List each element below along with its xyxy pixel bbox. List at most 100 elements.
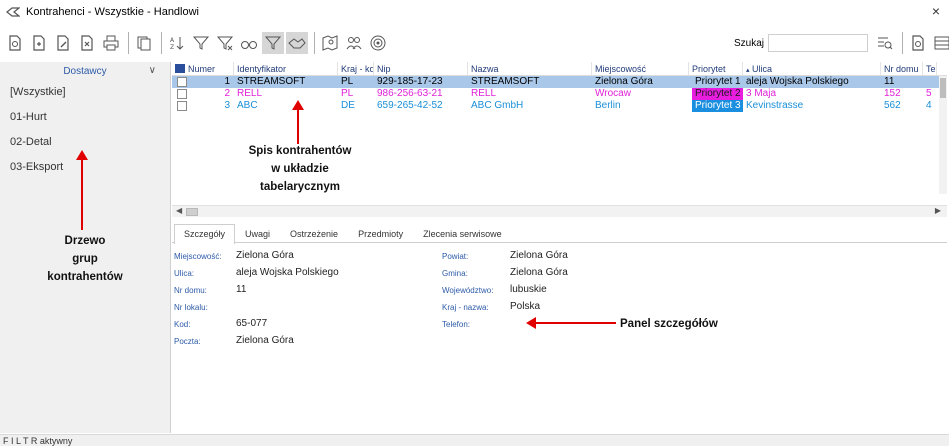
priority-badge: Priorytet 1 <box>695 76 741 87</box>
filter-clear-icon[interactable] <box>214 32 236 54</box>
advanced-search-icon[interactable] <box>874 32 896 54</box>
table-row[interactable]: 3 ABC DE 659-265-42-52 ABC GmbH Berlin Prioryt… <box>172 100 947 112</box>
label-gmina: Gmina: <box>442 269 468 278</box>
tree-item-all[interactable]: [Wszystkie] <box>0 80 170 105</box>
column-label: Ulica <box>752 64 773 74</box>
find-icon[interactable] <box>238 32 260 54</box>
column-header-identyfikator[interactable]: Identyfikator <box>234 62 338 75</box>
value-powiat: Zielona Góra <box>510 250 568 261</box>
priority-badge: Priorytet 2 <box>692 88 743 100</box>
search-label: Szukaj <box>734 38 765 49</box>
vertical-scrollbar[interactable] <box>939 76 947 194</box>
cell-te: 4 <box>926 100 932 111</box>
grid-body: 1 STREAMSOFT PL 929-185-17-23 STREAMSOFT Ziel… <box>172 76 947 112</box>
row-checkbox[interactable] <box>177 101 187 111</box>
tab-szczegoly[interactable]: Szczegóły <box>174 224 236 244</box>
cell-priorytet: Priorytet 1 <box>689 76 743 88</box>
column-header-numer[interactable]: Numer <box>172 62 234 75</box>
annotation-line: kontrahentów <box>47 271 123 283</box>
cell-kraj: PL <box>341 76 354 87</box>
cell-nip: 929-185-17-23 <box>377 76 443 87</box>
select-all-icon[interactable] <box>175 64 185 73</box>
row-checkbox[interactable] <box>177 89 187 99</box>
value-kod: 65-077 <box>236 318 268 329</box>
cell-te <box>923 76 937 88</box>
sort-icon[interactable]: AZ <box>166 32 188 54</box>
scroll-left-icon[interactable]: ◀ <box>176 206 182 215</box>
search-input[interactable] <box>768 34 868 52</box>
cell-identyfikator: STREAMSOFT <box>237 76 306 87</box>
scrollbar-thumb[interactable] <box>186 208 198 216</box>
cell-nip: 659-265-42-52 <box>377 100 443 111</box>
svg-text:A: A <box>170 37 175 44</box>
cell-numer: 2 <box>172 88 234 100</box>
row-checkbox[interactable] <box>177 77 187 87</box>
panel-icon[interactable] <box>931 32 949 54</box>
grid-header: Numer Identyfikator Kraj - kod Nip Nazwa… <box>172 62 947 76</box>
doc-icon[interactable] <box>907 32 929 54</box>
toolbar-right <box>874 32 949 54</box>
annotation-line: grup <box>72 253 98 265</box>
scrollbar-thumb[interactable] <box>940 78 946 98</box>
close-icon[interactable]: × <box>929 3 943 19</box>
label-poczta: Poczta: <box>174 337 201 346</box>
cell-miejscowosc: Zielona Góra <box>595 76 653 87</box>
tab-uwagi[interactable]: Uwagi <box>235 224 280 242</box>
cell-kraj: PL <box>341 88 354 99</box>
print-icon[interactable] <box>100 32 122 54</box>
group-icon[interactable] <box>343 32 365 54</box>
filter-active-icon[interactable] <box>262 32 284 54</box>
table-row[interactable]: 2 RELL PL 986-256-63-21 RELL Wrocaw Priorytet … <box>172 88 947 100</box>
tab-przedmioty[interactable]: Przedmioty <box>348 224 413 242</box>
label-kraj: Kraj - nazwa: <box>442 303 489 312</box>
table-row[interactable]: 1 STREAMSOFT PL 929-185-17-23 STREAMSOFT Ziel… <box>172 76 947 88</box>
tree-header-label: Dostawcy <box>63 65 107 77</box>
label-miejscowosc: Miejscowość: <box>174 252 222 261</box>
tab-zlecenia-serwisowe[interactable]: Zlecenia serwisowe <box>413 224 512 242</box>
scroll-right-icon[interactable]: ▶ <box>935 206 941 215</box>
value-wojewodztwo: lubuskie <box>510 284 547 295</box>
column-header-ulica[interactable]: ▴ Ulica <box>743 62 881 75</box>
column-header-nip[interactable]: Nip <box>374 62 468 75</box>
details-panel: Miejscowość: Zielona Góra Ulica: aleja W… <box>172 246 947 433</box>
tree-group-selector[interactable]: Dostawcy ∨ <box>0 62 170 80</box>
horizontal-scrollbar[interactable]: ◀ ▶ <box>172 205 947 217</box>
annotation-panel: Panel szczegółów <box>620 318 718 330</box>
column-header-miejscowosc[interactable]: Miejscowość <box>592 62 689 75</box>
cell-identyfikator: ABC <box>237 100 258 111</box>
cell-ulica: 3 Maja <box>746 88 777 99</box>
cell-priorytet: Priorytet 3 <box>689 100 743 112</box>
column-header-nazwa[interactable]: Nazwa <box>468 62 592 75</box>
priority-badge: Priorytet 3 <box>692 100 743 112</box>
new-doc-icon[interactable] <box>4 32 26 54</box>
annotation-line: w układzie <box>271 163 329 175</box>
label-wojewodztwo: Województwo: <box>442 286 494 295</box>
label-ulica: Ulica: <box>174 269 195 278</box>
filter-icon[interactable] <box>190 32 212 54</box>
annotation-line: Spis kontrahentów <box>248 145 352 157</box>
arrow-up-icon <box>292 100 304 144</box>
toolbar-separator <box>161 32 162 54</box>
column-header-priorytet[interactable]: Priorytet <box>689 62 743 75</box>
chevron-down-icon[interactable]: ∨ <box>149 65 156 76</box>
column-header-nr-domu[interactable]: Nr domu <box>881 62 923 75</box>
toolbar-separator <box>314 32 315 54</box>
column-header-te[interactable]: Te <box>923 62 937 75</box>
cell-numer: 3 <box>172 100 234 112</box>
copy-icon[interactable] <box>133 32 155 54</box>
label-kod: Kod: <box>174 320 191 329</box>
column-header-kraj[interactable]: Kraj - kod <box>338 62 374 75</box>
handshake-icon[interactable] <box>286 32 308 54</box>
window-title: Kontrahenci - Wszystkie - Handlowi <box>26 6 200 18</box>
map-icon[interactable] <box>319 32 341 54</box>
annotation-line: Drzewo <box>64 235 106 247</box>
new-doc-plus-icon[interactable] <box>28 32 50 54</box>
cell-text: 1 <box>224 76 230 87</box>
cell-nip: 986-256-63-21 <box>377 88 443 99</box>
delete-doc-icon[interactable] <box>76 32 98 54</box>
target-icon[interactable] <box>367 32 389 54</box>
label-nr-domu: Nr domu: <box>174 286 207 295</box>
edit-doc-icon[interactable] <box>52 32 74 54</box>
tab-ostrzezenie[interactable]: Ostrzeżenie <box>280 224 348 242</box>
tree-item-hurt[interactable]: 01-Hurt <box>0 105 170 130</box>
